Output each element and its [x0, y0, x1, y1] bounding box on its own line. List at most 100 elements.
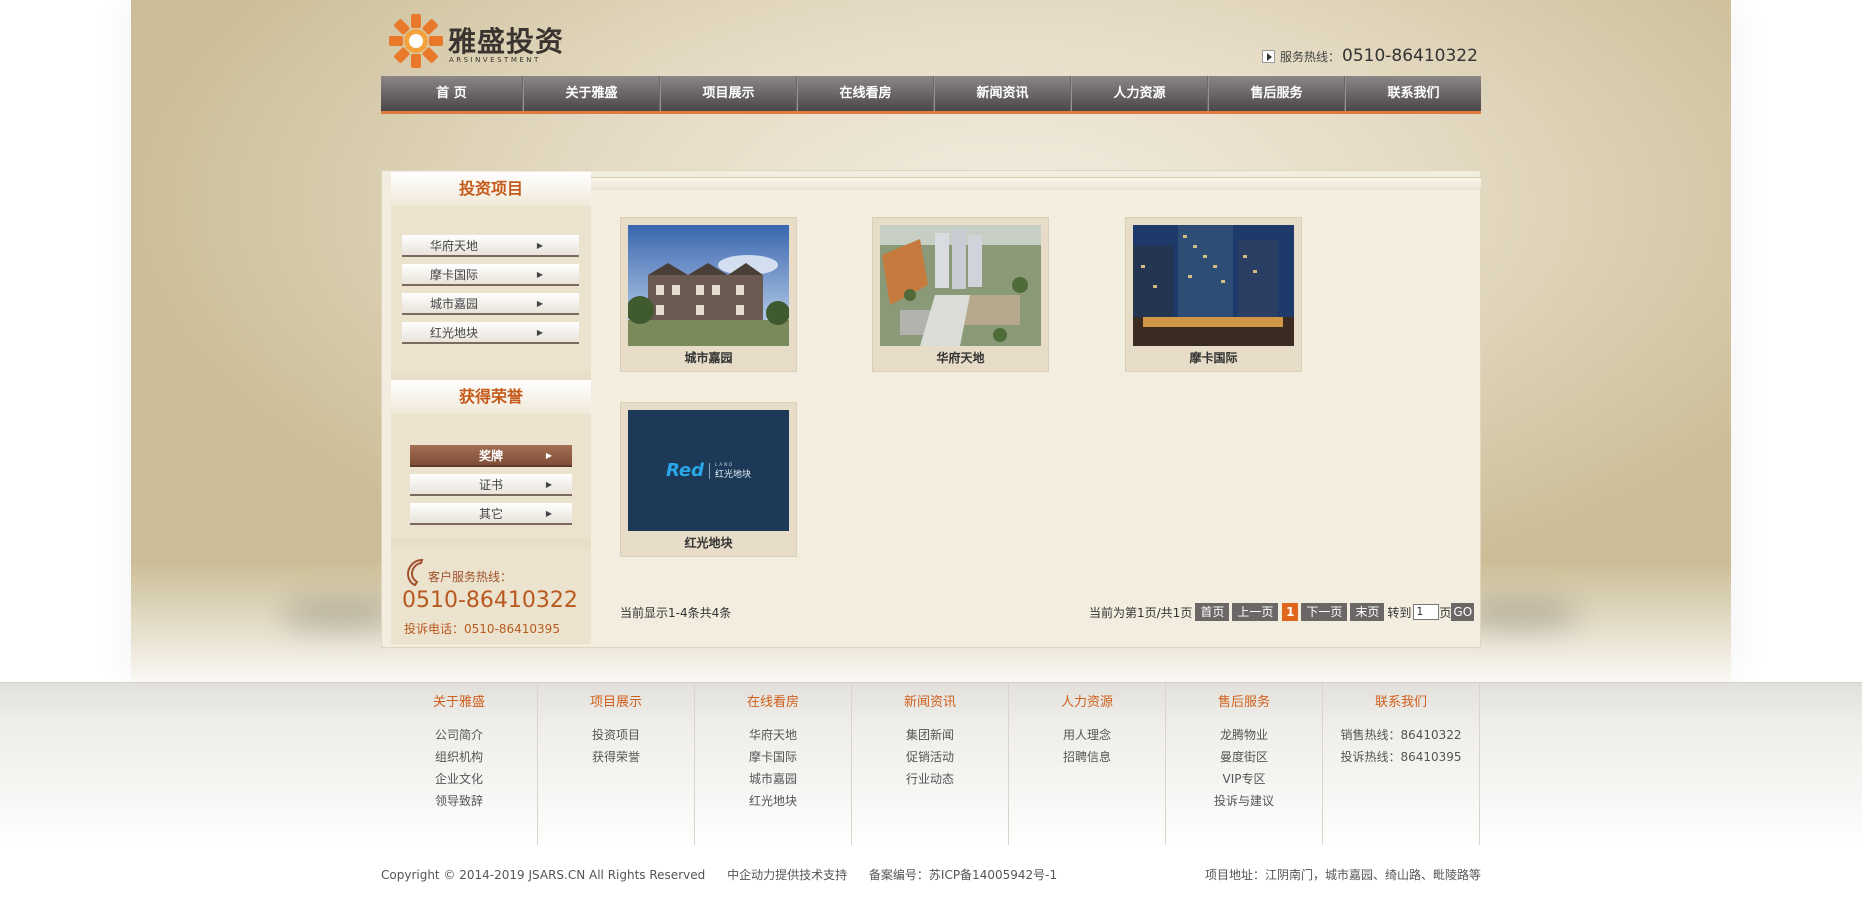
footer-col-contact: 联系我们 销售热线：86410322 投诉热线：86410395 — [1323, 682, 1480, 845]
footer-link[interactable]: VIP专区 — [1166, 768, 1322, 790]
footer-link[interactable]: 公司简介 — [381, 724, 537, 746]
customer-service-label: 客户服务热线： — [428, 570, 513, 584]
chevron-right-icon: ▶ — [536, 241, 543, 250]
footer-col-title[interactable]: 人力资源 — [1009, 682, 1165, 724]
footer-col-title[interactable]: 关于雅盛 — [381, 682, 537, 724]
footer-link[interactable]: 城市嘉园 — [695, 768, 851, 790]
tech-support-link[interactable]: 中企动力提供技术支持 — [727, 868, 847, 882]
footer-link[interactable]: 企业文化 — [381, 768, 537, 790]
nav-item-projects[interactable]: 项目展示 — [660, 76, 797, 111]
icp-link[interactable]: 备案编号：苏ICP备14005942号-1 — [869, 868, 1057, 882]
goto-page-input[interactable]: 1 — [1413, 604, 1440, 620]
night-tower-photo[interactable] — [1133, 225, 1294, 346]
footer-link[interactable]: 集团新闻 — [852, 724, 1008, 746]
footer-link[interactable]: 投诉热线：86410395 — [1323, 746, 1479, 768]
townhouse-photo[interactable] — [628, 225, 789, 346]
footer-col-title[interactable]: 项目展示 — [538, 682, 694, 724]
nav-item-contact[interactable]: 联系我们 — [1345, 76, 1481, 111]
honors-heading: 获得荣誉 — [391, 380, 591, 414]
sidebar-item-medal[interactable]: 奖牌 ▶ — [410, 445, 572, 467]
nav-item-after-sales[interactable]: 售后服务 — [1208, 76, 1345, 111]
logo-text: 雅盛投资 — [448, 25, 565, 58]
chevron-right-icon: ▶ — [545, 480, 552, 489]
footer-link[interactable]: 行业动态 — [852, 768, 1008, 790]
red-logo-board[interactable]: Red LAND 红光地块 — [628, 410, 789, 531]
complaint-phone: 投诉电话：0510-86410395 — [404, 622, 560, 636]
nav-item-news[interactable]: 新闻资讯 — [934, 76, 1071, 111]
content-top-strip — [591, 177, 1481, 190]
footer-link[interactable]: 华府天地 — [695, 724, 851, 746]
footer-col-viewing: 在线看房 华府天地 摩卡国际 城市嘉园 红光地块 — [695, 682, 852, 845]
footer-link[interactable]: 曼度街区 — [1166, 746, 1322, 768]
phone-icon — [406, 558, 424, 587]
first-page-button[interactable]: 首页 — [1195, 603, 1230, 621]
nav-item-hr[interactable]: 人力资源 — [1071, 76, 1208, 111]
footer-col-title[interactable]: 新闻资讯 — [852, 682, 1008, 724]
aerial-complex-photo[interactable] — [880, 225, 1041, 346]
footer-link[interactable]: 红光地块 — [695, 790, 851, 812]
footer-link[interactable]: 用人理念 — [1009, 724, 1165, 746]
header-hotline: 服务热线： 0510-86410322 — [1262, 46, 1478, 66]
footer-link[interactable]: 投诉与建议 — [1166, 790, 1322, 812]
sidebar-item-chengshi[interactable]: 城市嘉园 ▶ — [402, 293, 579, 315]
project-card-caption[interactable]: 红光地块 — [621, 534, 796, 551]
customer-service-number: 0510-86410322 — [402, 588, 578, 613]
sidebar-item-label: 摩卡国际 — [430, 268, 479, 282]
sidebar-item-huafu[interactable]: 华府天地 ▶ — [402, 235, 579, 257]
pagination: 当前为第1页/共1页 首页 上一页 1 下一页 末页 转到 1 页 GO — [1089, 603, 1475, 621]
projects-menu — [391, 206, 591, 372]
sidebar-item-hongguang[interactable]: 红光地块 ▶ — [402, 322, 579, 344]
main-nav: 首 页 关于雅盛 项目展示 在线看房 新闻资讯 人力资源 售后服务 联系我们 — [381, 76, 1481, 114]
footer-col-title[interactable]: 售后服务 — [1166, 682, 1322, 724]
project-card-moka[interactable]: 摩卡国际 — [1125, 217, 1302, 372]
current-page[interactable]: 1 — [1282, 603, 1299, 621]
project-card-huafu[interactable]: 华府天地 — [872, 217, 1049, 372]
sidebar-item-moka[interactable]: 摩卡国际 ▶ — [402, 264, 579, 286]
project-card-caption[interactable]: 摩卡国际 — [1126, 349, 1301, 366]
footer-link[interactable]: 招聘信息 — [1009, 746, 1165, 768]
prev-page-button[interactable]: 上一页 — [1232, 603, 1279, 621]
logo-cn-text: 红光地块 — [715, 469, 752, 480]
footer-link[interactable]: 摩卡国际 — [695, 746, 851, 768]
site-logo[interactable]: 雅盛投资 ARSINVESTMENT — [389, 14, 589, 70]
last-page-button[interactable]: 末页 — [1350, 603, 1385, 621]
play-arrow-icon — [1262, 49, 1275, 63]
footer-col-title[interactable]: 在线看房 — [695, 682, 851, 724]
footer-link[interactable]: 龙腾物业 — [1166, 724, 1322, 746]
next-page-button[interactable]: 下一页 — [1301, 603, 1348, 621]
footer-col-hr: 人力资源 用人理念 招聘信息 — [1009, 682, 1166, 845]
footer-col-title[interactable]: 联系我们 — [1323, 682, 1479, 724]
logo-text-stack: LAND 红光地块 — [715, 462, 751, 480]
go-button[interactable]: GO — [1451, 603, 1475, 621]
sunburst-logo-icon — [389, 14, 443, 68]
goto-label: 转到 — [1387, 605, 1412, 620]
sidebar-item-label: 城市嘉园 — [430, 297, 479, 311]
project-card-caption[interactable]: 城市嘉园 — [621, 349, 796, 366]
sidebar-item-other[interactable]: 其它 ▶ — [410, 503, 572, 525]
nav-item-online-viewing[interactable]: 在线看房 — [797, 76, 934, 111]
footer-link[interactable]: 组织机构 — [381, 746, 537, 768]
footer-link[interactable]: 获得荣誉 — [538, 746, 694, 768]
project-card-caption[interactable]: 华府天地 — [873, 349, 1048, 366]
result-count: 当前显示1-4条共4条 — [620, 606, 732, 620]
project-card-chengshi[interactable]: 城市嘉园 — [620, 217, 797, 372]
sidebar-item-label: 奖牌 — [478, 449, 503, 463]
footer-col-service: 售后服务 龙腾物业 曼度街区 VIP专区 投诉与建议 — [1166, 682, 1323, 845]
sidebar-item-label: 红光地块 — [430, 326, 479, 340]
sidebar-item-certificate[interactable]: 证书 ▶ — [410, 474, 572, 496]
footer-link[interactable]: 投资项目 — [538, 724, 694, 746]
nav-item-about[interactable]: 关于雅盛 — [523, 76, 660, 111]
project-card-hongguang[interactable]: Red LAND 红光地块 红光地块 — [620, 402, 797, 557]
footer-link[interactable]: 促销活动 — [852, 746, 1008, 768]
footer-link[interactable]: 领导致辞 — [381, 790, 537, 812]
chevron-right-icon: ▶ — [545, 509, 552, 518]
sidebar-item-label: 华府天地 — [430, 239, 479, 253]
logo-divider — [709, 462, 711, 479]
footer-col-about: 关于雅盛 公司简介 组织机构 企业文化 领导致辞 — [381, 682, 538, 845]
projects-heading: 投资项目 — [391, 172, 591, 206]
page-suffix: 页 — [1439, 605, 1452, 620]
logo-subtext: ARSINVESTMENT — [449, 56, 541, 64]
footer-link[interactable]: 销售热线：86410322 — [1323, 724, 1479, 746]
chevron-right-icon: ▶ — [536, 270, 543, 279]
nav-item-home[interactable]: 首 页 — [381, 76, 523, 111]
